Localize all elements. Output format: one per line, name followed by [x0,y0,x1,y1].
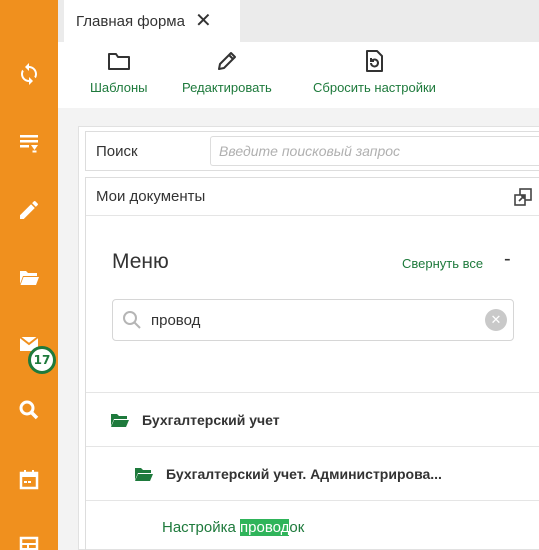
left-sidebar: 17 [0,0,58,550]
unread-badge: 17 [28,346,56,374]
tab-bar: Главная форма ✕ [58,0,539,42]
edit-button[interactable]: Редактировать [182,48,272,95]
my-documents-title: Мои документы [96,188,206,205]
folder-open-icon[interactable] [0,255,58,299]
reset-settings-button[interactable]: Сбросить настройки [313,48,436,95]
edit-label: Редактировать [182,80,272,95]
templates-button[interactable]: Шаблоны [90,48,148,95]
leaf-label-prefix: Настройка [162,519,241,536]
search-icon[interactable] [0,388,58,432]
tab-main-form[interactable]: Главная форма ✕ [64,0,240,42]
clear-icon[interactable]: ✕ [485,309,507,331]
menu-title: Меню [112,250,169,273]
list-download-icon[interactable] [0,122,58,166]
grid-icon[interactable] [0,524,58,550]
folder-open-icon [135,467,153,481]
content-area: Поиск Мои документы Меню Свернуть все - … [58,108,539,550]
calendar-icon[interactable] [0,458,58,502]
tree-leaf-label: Настройка проводок [162,519,304,536]
close-icon[interactable]: ✕ [195,11,212,31]
search-input[interactable] [210,136,539,166]
tree-item-accounting-admin[interactable]: Бухгалтерский учет. Администрирова... [86,446,539,500]
search-match-highlight: провод [240,519,290,536]
tab-label: Главная форма [76,12,185,30]
menu-search-input[interactable]: провод ✕ [112,299,514,341]
folder-icon [107,53,130,70]
expand-window-icon[interactable] [512,186,534,208]
menu-search-value: провод [151,311,201,329]
reset-settings-label: Сбросить настройки [313,80,436,95]
search-label: Поиск [96,142,138,160]
collapse-all-toggle[interactable]: - [504,248,511,271]
leaf-label-suffix: ок [289,519,305,536]
tree-item-postings-settings[interactable]: Настройка проводок [86,500,539,550]
pencil-icon [217,52,236,70]
search-icon [121,309,143,331]
my-documents-header: Мои документы [86,178,539,216]
collapse-all-link[interactable]: Свернуть все [402,256,483,271]
pencil-icon[interactable] [0,188,58,232]
reset-document-icon [366,50,384,72]
templates-label: Шаблоны [90,80,148,95]
tree-item-label: Бухгалтерский учет. Администрирова... [166,465,442,482]
search-row: Поиск [85,131,539,171]
toolbar: Шаблоны Редактировать Сбросить настройки [58,42,539,108]
my-documents-panel: Мои документы Меню Свернуть все - провод… [85,177,539,550]
tree-item-label: Бухгалтерский учет [142,411,280,428]
tree-item-accounting[interactable]: Бухгалтерский учет [86,392,539,446]
folder-open-icon [111,413,129,427]
main-panel: Поиск Мои документы Меню Свернуть все - … [78,126,539,550]
sync-icon[interactable] [0,52,58,96]
